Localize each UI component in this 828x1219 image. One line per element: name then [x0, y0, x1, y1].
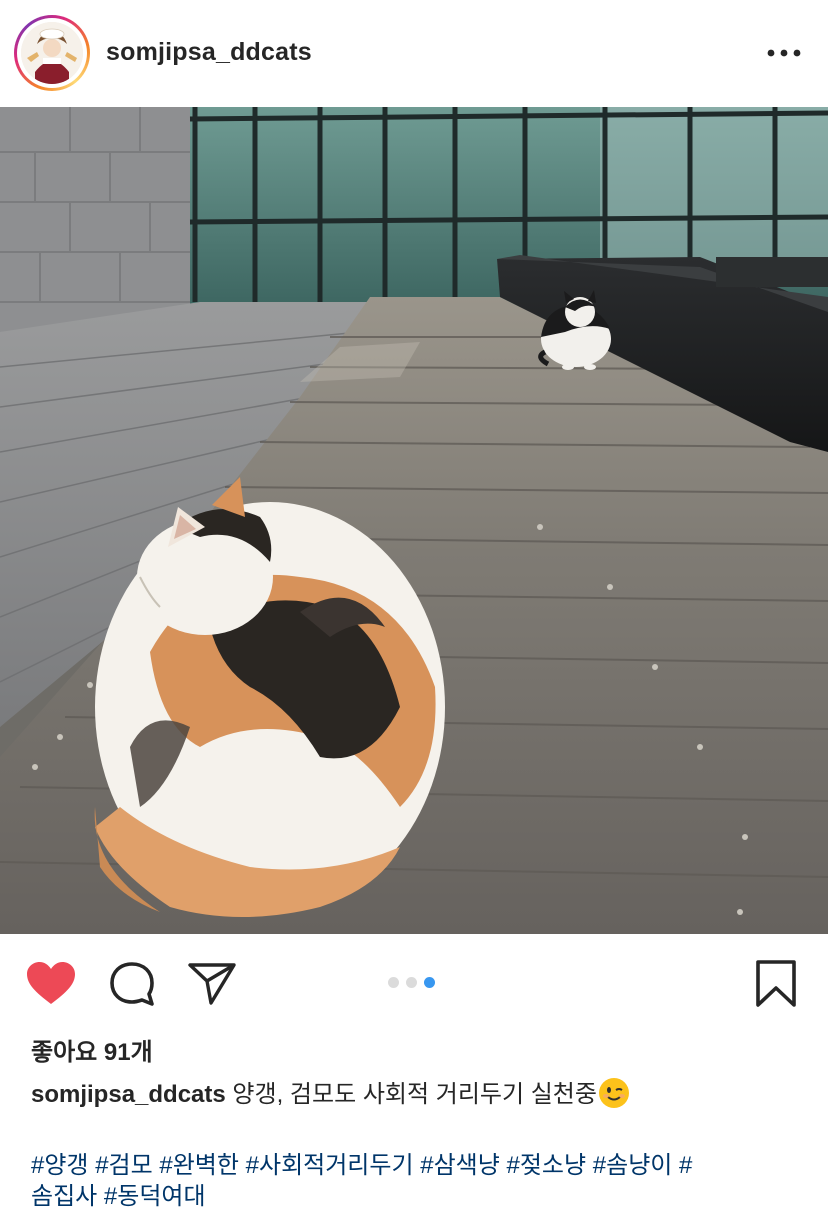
hashtag-link[interactable]: 솜집사 — [31, 1183, 97, 1210]
carousel-dot — [406, 977, 417, 988]
caption-text: 양갱, 검모도 사회적 거리두기 실천중 — [232, 1081, 597, 1108]
hashtag-link[interactable]: #완벽한 — [159, 1152, 239, 1179]
more-options-icon[interactable] — [762, 36, 806, 70]
carousel-indicator — [388, 977, 435, 988]
avatar[interactable] — [21, 22, 83, 84]
hashtag-link[interactable]: #검모 — [95, 1152, 153, 1179]
share-icon[interactable] — [186, 960, 238, 1006]
hashtag-link[interactable]: #삼색냥 — [420, 1152, 500, 1179]
winking-face-emoji — [598, 1078, 629, 1108]
post-photo[interactable] — [0, 107, 828, 934]
avatar-story-ring[interactable] — [14, 15, 90, 91]
hashtag-link[interactable]: #젖소냥 — [507, 1152, 587, 1179]
post-header: somjipsa_ddcats — [0, 0, 828, 107]
hashtag-link[interactable]: #동덕여대 — [104, 1183, 206, 1210]
header-username[interactable]: somjipsa_ddcats — [106, 38, 312, 67]
hashtag-link[interactable]: #솜냥이 — [593, 1152, 673, 1179]
caption: somjipsa_ddcats 양갱, 검모도 사회적 거리두기 실천중 — [31, 1078, 811, 1112]
bookmark-icon[interactable] — [752, 958, 800, 1010]
comment-icon[interactable] — [106, 960, 158, 1008]
carousel-dot-active — [424, 977, 435, 988]
caption-username[interactable]: somjipsa_ddcats — [31, 1081, 226, 1108]
hashtag-link[interactable]: #양갱 — [31, 1152, 89, 1179]
photo-scene — [0, 107, 828, 934]
carousel-dot — [388, 977, 399, 988]
likes-count[interactable]: 좋아요 91개 — [31, 1032, 153, 1067]
heart-icon[interactable] — [24, 959, 78, 1007]
hashtag-link[interactable]: #사회적거리두기 — [246, 1152, 414, 1179]
hashtags: #양갱 #검모 #완벽한 #사회적거리두기 #삼색냥 #젖소냥 #솜냥이 # 솜집… — [31, 1152, 693, 1210]
